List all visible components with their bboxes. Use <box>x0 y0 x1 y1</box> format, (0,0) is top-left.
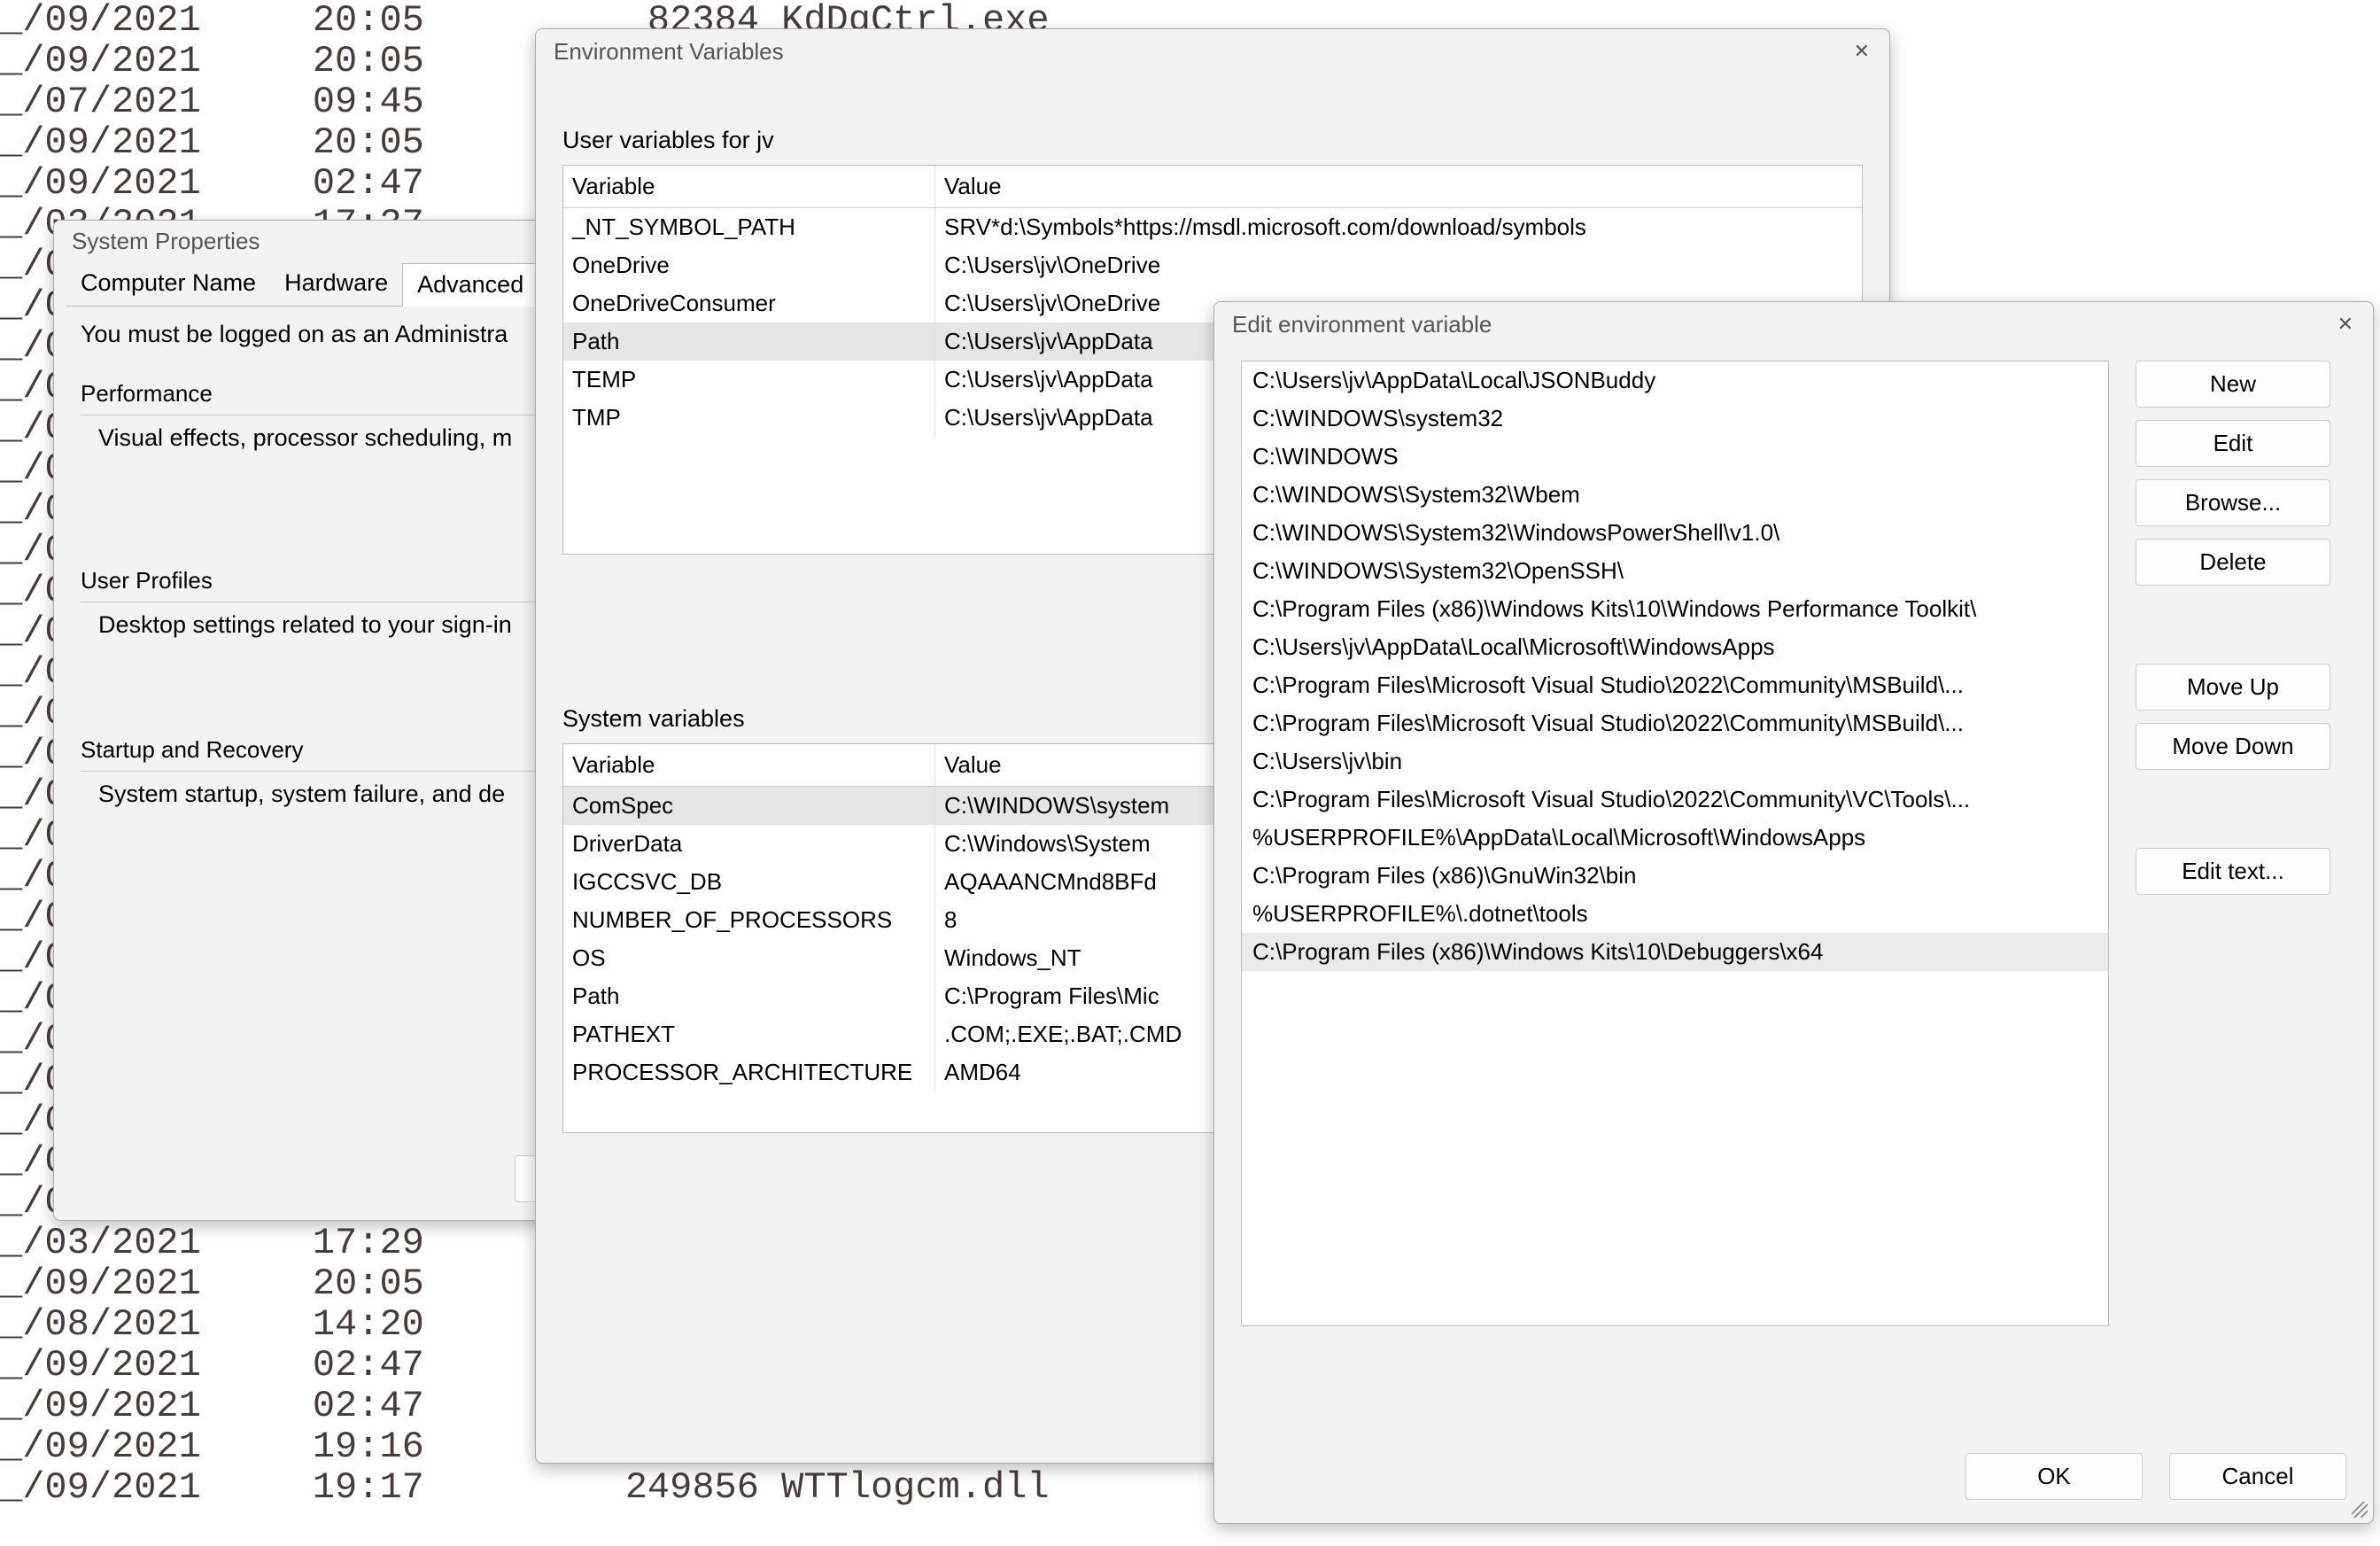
edit-text-button[interactable]: Edit text... <box>2136 848 2330 895</box>
tab-hardware[interactable]: Hardware <box>270 262 402 306</box>
list-item[interactable]: C:\Program Files (x86)\Windows Kits\10\D… <box>1242 933 2108 971</box>
variable-name: OS <box>563 939 935 977</box>
variable-name: NUMBER_OF_PROCESSORS <box>563 901 935 939</box>
editpath-titlebar[interactable]: Edit environment variable ✕ <box>1214 302 2373 346</box>
list-item[interactable]: %USERPROFILE%\.dotnet\tools <box>1242 895 2108 933</box>
move-down-button[interactable]: Move Down <box>2136 723 2330 770</box>
variable-name: _NT_SYMBOL_PATH <box>563 208 935 246</box>
table-row[interactable]: OneDriveC:\Users\jv\OneDrive <box>563 246 1862 284</box>
list-item[interactable]: C:\WINDOWS\System32\OpenSSH\ <box>1242 552 2108 590</box>
variable-name: OneDriveConsumer <box>563 284 935 322</box>
list-item[interactable]: C:\Program Files\Microsoft Visual Studio… <box>1242 704 2108 742</box>
edit-environment-variable-dialog: Edit environment variable ✕ C:\Users\jv\… <box>1213 301 2374 1524</box>
list-item[interactable]: C:\Program Files (x86)\Windows Kits\10\W… <box>1242 590 2108 628</box>
tab-advanced[interactable]: Advanced <box>402 263 539 307</box>
variable-name: TMP <box>563 399 935 437</box>
variable-name: PROCESSOR_ARCHITECTURE <box>563 1053 935 1092</box>
variable-value: C:\Users\jv\OneDrive <box>935 246 1862 284</box>
column-header-variable[interactable]: Variable <box>563 744 935 786</box>
list-item[interactable]: C:\Program Files\Microsoft Visual Studio… <box>1242 781 2108 819</box>
sysprops-title: System Properties <box>72 228 260 255</box>
variable-name: DriverData <box>563 825 935 863</box>
variable-name: Path <box>563 977 935 1015</box>
column-header-value[interactable]: Value <box>935 166 1862 207</box>
cancel-button[interactable]: Cancel <box>2169 1453 2346 1500</box>
variable-value: SRV*d:\Symbols*https://msdl.microsoft.co… <box>935 208 1862 246</box>
envvars-titlebar[interactable]: Environment Variables ✕ <box>536 29 1889 74</box>
list-item[interactable]: C:\Users\jv\AppData\Local\JSONBuddy <box>1242 361 2108 400</box>
list-item[interactable]: C:\WINDOWS\System32\WindowsPowerShell\v1… <box>1242 514 2108 552</box>
variable-name: PATHEXT <box>563 1015 935 1053</box>
envvars-title: Environment Variables <box>554 38 784 66</box>
move-up-button[interactable]: Move Up <box>2136 664 2330 711</box>
edit-button[interactable]: Edit <box>2136 420 2330 467</box>
new-button[interactable]: New <box>2136 361 2330 408</box>
list-item[interactable]: C:\WINDOWS\system32 <box>1242 400 2108 438</box>
list-item[interactable]: C:\WINDOWS <box>1242 438 2108 476</box>
variable-name: IGCCSVC_DB <box>563 863 935 901</box>
path-listbox[interactable]: C:\Users\jv\AppData\Local\JSONBuddyC:\WI… <box>1241 361 2109 1326</box>
table-row[interactable]: _NT_SYMBOL_PATHSRV*d:\Symbols*https://ms… <box>563 208 1862 246</box>
column-header-variable[interactable]: Variable <box>563 166 935 207</box>
close-icon[interactable]: ✕ <box>2329 309 2362 339</box>
list-item[interactable]: %USERPROFILE%\AppData\Local\Microsoft\Wi… <box>1242 819 2108 857</box>
list-item[interactable]: C:\Program Files\Microsoft Visual Studio… <box>1242 666 2108 704</box>
editpath-title: Edit environment variable <box>1232 311 1492 338</box>
list-item[interactable]: C:\Program Files (x86)\GnuWin32\bin <box>1242 857 2108 895</box>
delete-button[interactable]: Delete <box>2136 539 2330 586</box>
variable-name: OneDrive <box>563 246 935 284</box>
list-item[interactable]: C:\WINDOWS\System32\Wbem <box>1242 476 2108 514</box>
list-item[interactable]: C:\Users\jv\AppData\Local\Microsoft\Wind… <box>1242 628 2108 666</box>
user-variables-label: User variables for jv <box>562 127 1863 154</box>
variable-name: ComSpec <box>563 787 935 825</box>
variable-name: Path <box>563 322 935 361</box>
browse-button[interactable]: Browse... <box>2136 479 2330 526</box>
tab-computer-name[interactable]: Computer Name <box>66 262 270 306</box>
resize-grip-icon[interactable] <box>2352 1502 2368 1518</box>
close-icon[interactable]: ✕ <box>1845 36 1879 66</box>
ok-button[interactable]: OK <box>1965 1453 2143 1500</box>
variable-name: TEMP <box>563 361 935 399</box>
list-item[interactable]: C:\Users\jv\bin <box>1242 742 2108 781</box>
